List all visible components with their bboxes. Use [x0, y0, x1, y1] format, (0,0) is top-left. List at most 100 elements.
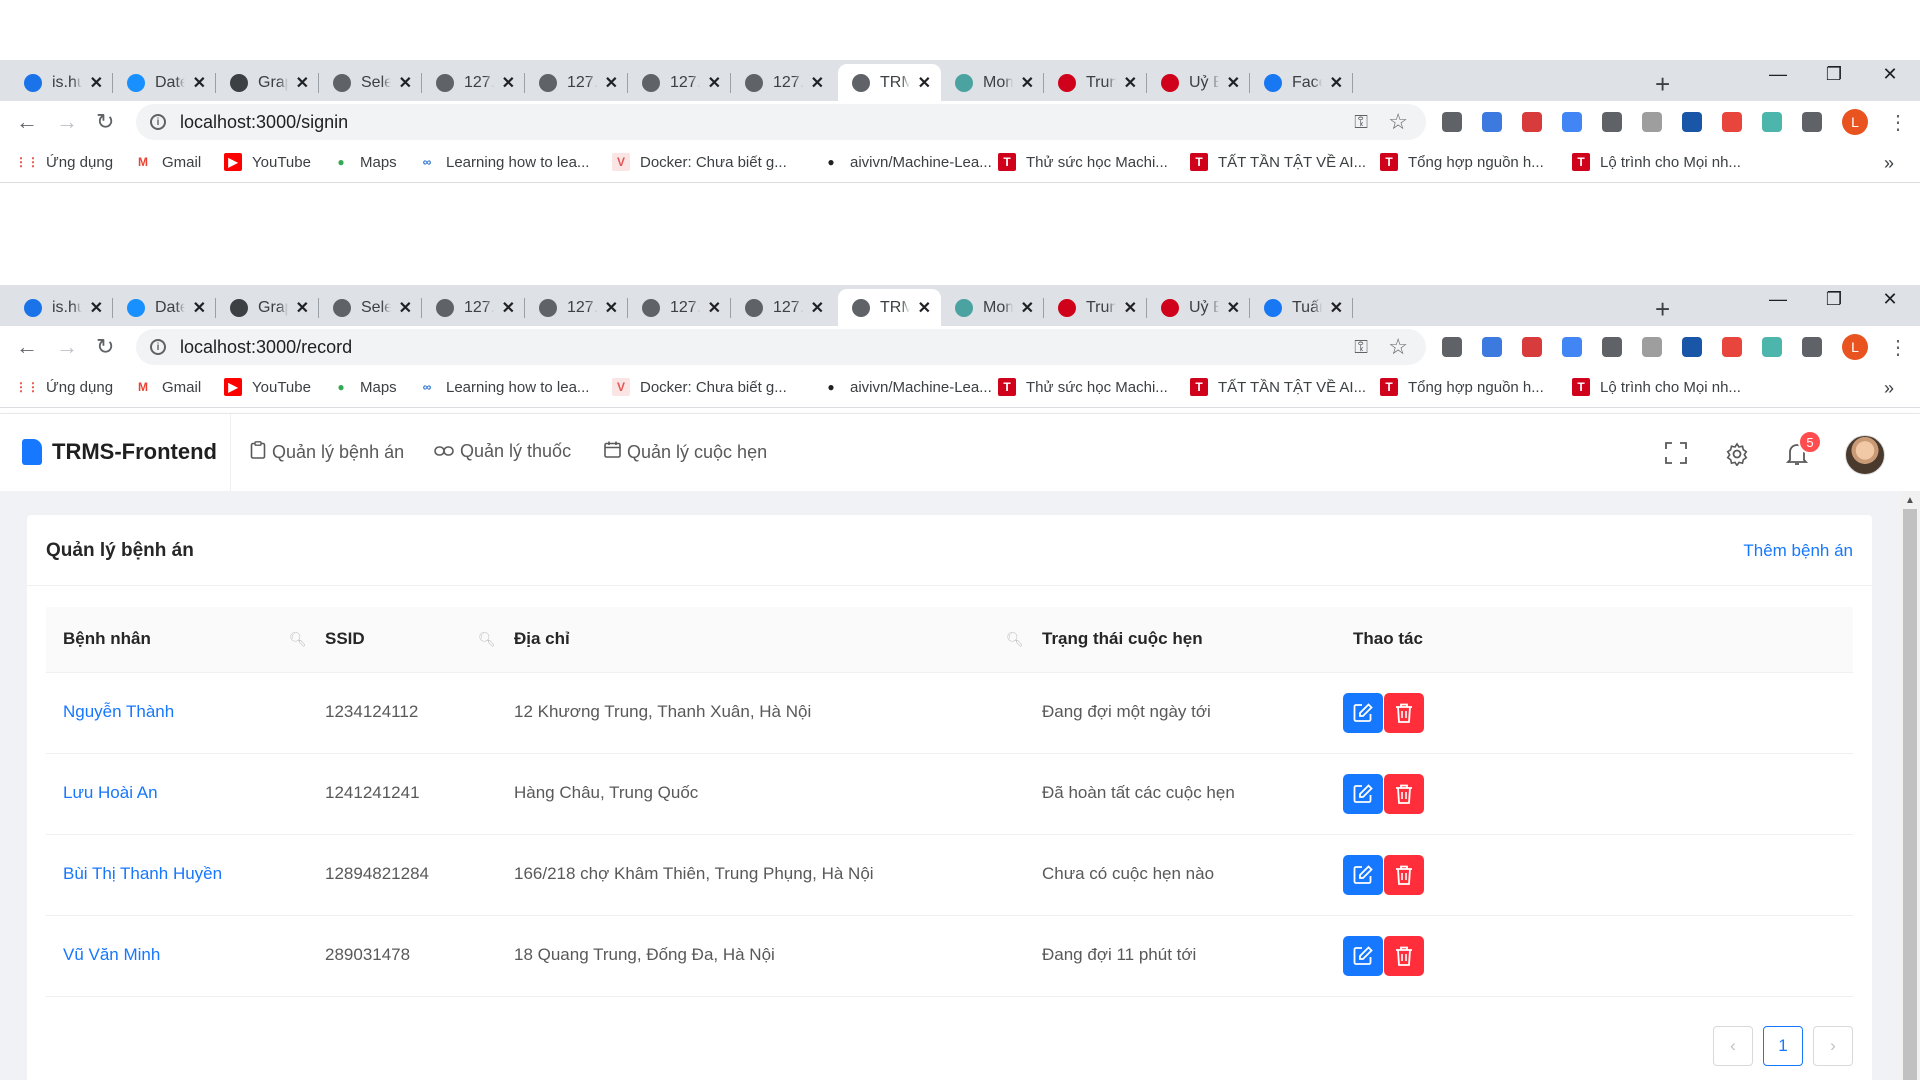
tab-close-icon[interactable]: ✕: [90, 298, 103, 318]
password-key-icon[interactable]: ⚿: [1354, 112, 1368, 133]
redux-icon[interactable]: [1682, 112, 1702, 132]
menu-kebab-icon[interactable]: ⋮: [1888, 335, 1908, 360]
browser-tab[interactable]: 127.0.0 ✕: [628, 289, 731, 326]
tab-close-icon[interactable]: ✕: [502, 73, 515, 93]
url-text[interactable]: localhost:3000/signin: [180, 112, 348, 133]
forward-arrow-icon[interactable]: →: [56, 109, 78, 135]
back-arrow-icon[interactable]: ←: [16, 109, 38, 135]
browser-tab[interactable]: Trung ✕: [1044, 289, 1147, 326]
forward-arrow-icon[interactable]: →: [56, 334, 78, 360]
tab-close-icon[interactable]: ✕: [1330, 73, 1343, 93]
bookmark-item[interactable]: T Tổng hợp nguồn h...: [1380, 153, 1544, 171]
redux-icon[interactable]: [1682, 337, 1702, 357]
browser-tab[interactable]: Uỷ Ban ✕: [1147, 64, 1250, 101]
profile-avatar[interactable]: L: [1842, 334, 1868, 360]
tab-close-icon[interactable]: ✕: [1124, 73, 1137, 93]
edit-button[interactable]: [1343, 693, 1383, 733]
bookmark-item[interactable]: ∞ Learning how to lea...: [418, 153, 590, 171]
delete-button[interactable]: [1384, 693, 1424, 733]
browser-tab[interactable]: Graphe ✕: [216, 64, 319, 101]
new-tab-plus-icon[interactable]: +: [1655, 69, 1670, 100]
reload-icon[interactable]: ↻: [96, 109, 114, 135]
bookmark-item[interactable]: T Tổng hợp nguồn h...: [1380, 378, 1544, 396]
settings-gear-icon[interactable]: [1725, 442, 1749, 473]
minimize-window-icon[interactable]: —: [1750, 289, 1806, 310]
browser-tab[interactable]: DatePi ✕: [113, 289, 216, 326]
site-info-icon[interactable]: i: [150, 114, 166, 130]
bookmark-star-icon[interactable]: ☆: [1388, 109, 1408, 135]
tab-close-icon[interactable]: ✕: [1227, 73, 1240, 93]
edit-button[interactable]: [1343, 855, 1383, 895]
eye-icon[interactable]: [1602, 337, 1622, 357]
bookmark-item[interactable]: ⋮⋮ Ứng dụng: [15, 153, 113, 171]
bookmark-item[interactable]: T Lộ trình cho Mọi nh...: [1572, 153, 1741, 171]
tab-close-icon[interactable]: ✕: [193, 73, 206, 93]
reload-icon[interactable]: ↻: [96, 334, 114, 360]
bookmark-item[interactable]: ⋮⋮ Ứng dụng: [15, 378, 113, 396]
translate-icon[interactable]: [1562, 112, 1582, 132]
tab-close-icon[interactable]: ✕: [502, 298, 515, 318]
browser-tab[interactable]: TRM S ✕: [838, 64, 941, 101]
browser-tab[interactable]: 127.0.0 ✕: [731, 289, 834, 326]
url-text[interactable]: localhost:3000/record: [180, 337, 352, 358]
column-header-patient[interactable]: Bệnh nhân: [63, 629, 151, 649]
tab-close-icon[interactable]: ✕: [918, 298, 931, 318]
browser-tab[interactable]: 127.0.0 ✕: [628, 64, 731, 101]
edit-button[interactable]: [1343, 774, 1383, 814]
color-wheel-icon[interactable]: [1762, 112, 1782, 132]
patient-name-link[interactable]: Nguyễn Thành: [63, 702, 174, 722]
tab-close-icon[interactable]: ✕: [1021, 73, 1034, 93]
tab-close-icon[interactable]: ✕: [1021, 298, 1034, 318]
bookmark-item[interactable]: ▶ YouTube: [224, 378, 311, 396]
menu-item-records[interactable]: Quản lý bệnh án: [250, 441, 404, 464]
fullscreen-icon[interactable]: [1665, 442, 1687, 471]
tab-close-icon[interactable]: ✕: [811, 298, 824, 318]
ladybug-icon[interactable]: [1522, 337, 1542, 357]
tab-close-icon[interactable]: ✕: [918, 73, 931, 93]
tab-close-icon[interactable]: ✕: [605, 73, 618, 93]
user-avatar[interactable]: [1845, 435, 1885, 475]
scrollbar-thumb[interactable]: [1903, 509, 1917, 1080]
tab-close-icon[interactable]: ✕: [193, 298, 206, 318]
pagination-page-1[interactable]: 1: [1763, 1026, 1803, 1066]
delete-button[interactable]: [1384, 855, 1424, 895]
search-icon[interactable]: 🔍︎: [1006, 631, 1024, 648]
patient-name-link[interactable]: Lưu Hoài An: [63, 783, 158, 803]
new-tab-plus-icon[interactable]: +: [1655, 294, 1670, 325]
patient-name-link[interactable]: Bùi Thị Thanh Huyền: [63, 864, 222, 884]
translate-icon[interactable]: [1562, 337, 1582, 357]
eye-icon[interactable]: [1602, 112, 1622, 132]
delete-button[interactable]: [1384, 774, 1424, 814]
tab-close-icon[interactable]: ✕: [811, 73, 824, 93]
browser-tab[interactable]: is.hust. ✕: [10, 64, 113, 101]
address-bar[interactable]: i localhost:3000/signin ⚿ ☆: [136, 104, 1426, 140]
back-arrow-icon[interactable]: ←: [16, 334, 38, 360]
bookmark-item[interactable]: ∞ Learning how to lea...: [418, 378, 590, 396]
page-scrollbar[interactable]: ▲: [1900, 491, 1920, 1080]
site-info-icon[interactable]: i: [150, 339, 166, 355]
column-header-ssid[interactable]: SSID: [325, 629, 365, 649]
tab-close-icon[interactable]: ✕: [708, 298, 721, 318]
app-logo[interactable]: TRMS-Frontend: [22, 439, 217, 465]
vue-devtools-icon[interactable]: [1442, 112, 1462, 132]
tab-close-icon[interactable]: ✕: [605, 298, 618, 318]
medic-icon[interactable]: [1722, 337, 1742, 357]
menu-item-medicine[interactable]: Quản lý thuốc: [434, 441, 571, 462]
medic-icon[interactable]: [1722, 112, 1742, 132]
browser-tab[interactable]: Mome ✕: [941, 64, 1044, 101]
bookmarks-overflow-icon[interactable]: »: [1884, 378, 1894, 399]
bookmark-item[interactable]: ● aivivn/Machine-Lea...: [822, 153, 991, 171]
bookmark-item[interactable]: V Docker: Chưa biết g...: [612, 153, 787, 171]
search-icon[interactable]: 🔍︎: [289, 631, 307, 648]
bookmarks-overflow-icon[interactable]: »: [1884, 153, 1894, 174]
pagination-next-button[interactable]: ›: [1813, 1026, 1853, 1066]
browser-tab[interactable]: is.hust. ✕: [10, 289, 113, 326]
tab-close-icon[interactable]: ✕: [296, 298, 309, 318]
bookmark-item[interactable]: ● Maps: [332, 153, 396, 171]
bookmark-item[interactable]: T Thử sức học Machi...: [998, 153, 1168, 171]
edit-button[interactable]: [1343, 936, 1383, 976]
bookmark-item[interactable]: ▶ YouTube: [224, 153, 311, 171]
browser-tab[interactable]: 127.0.0 ✕: [731, 64, 834, 101]
bookmark-item[interactable]: T TẤT TẦN TẬT VỀ AI...: [1190, 378, 1366, 396]
close-window-icon[interactable]: ✕: [1862, 289, 1918, 310]
